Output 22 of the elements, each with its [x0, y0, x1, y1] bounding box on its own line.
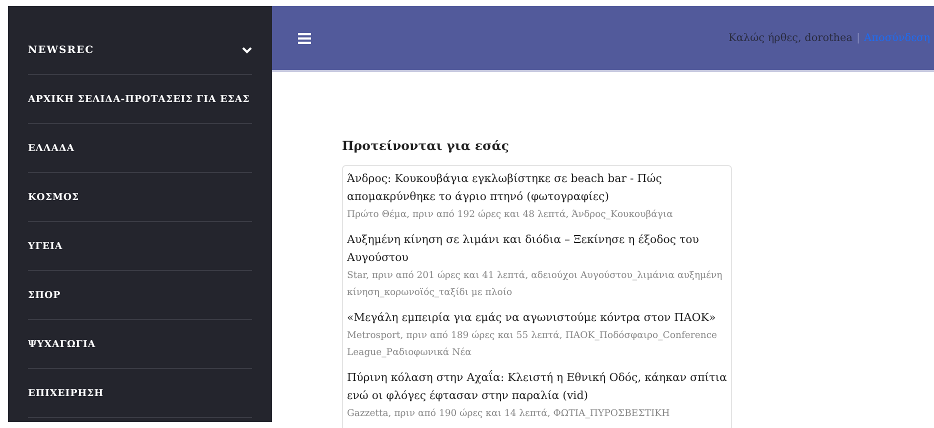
nav-link[interactable]: ΕΛΛΑΔΑ: [28, 142, 75, 154]
chevron-down-icon[interactable]: [242, 46, 252, 54]
article-meta: Star, πριν από 201 ώρες και 41 λεπτά, αδειούχοι Αυγούστου_λιμάνια αυξημένη κίνηση_κορωνοϊός_ταξίδι με πλοίο: [347, 269, 724, 300]
article-meta: Πρώτο Θέμα, πριν από 192 ώρες και 48 λεπτά, Άνδρος_Κουκουβάγια: [347, 208, 674, 222]
article-title[interactable]: Πύρινη κόλαση στην Αχαΐα: Κλειστή η Εθνική Οδός, κάηκαν σπίτια ενώ οι φλόγες έφτασαν στην παραλία (vid): [347, 369, 727, 405]
article-meta: Gazzetta, πριν από 190 ώρες και 14 λεπτά, ΦΩΤΙΑ_ΠΥΡΟΣΒΕΣΤΙΚΗ: [347, 407, 671, 421]
menu-button[interactable]: [298, 32, 311, 44]
article-title[interactable]: Αυξημένη κίνηση σε λιμάνι και διόδια – Ξεκίνησε η έξοδος του Αυγούστου: [347, 231, 727, 267]
nav-link[interactable]: ΕΠΙΧΕΙΡΗΣΗ: [28, 388, 104, 398]
nav-link[interactable]: ΑΡΧΙΚΗ ΣΕΛΙΔΑ-ΠΡΟΤΑΣΕΙΣ ΓΙΑ ΕΣΑΣ: [28, 94, 250, 104]
nav-link[interactable]: ΨΥΧΑΓΩΓΙΑ: [28, 338, 96, 350]
article-meta: Metrosport, πριν από 189 ώρες και 55 λεπτά, ΠΑΟΚ_Ποδόσφαιρο_Conference League_Ραδιοφωνικά Νέα: [347, 329, 718, 360]
menu-icon: [298, 32, 311, 44]
nav-link[interactable]: ΚΟΣΜΟΣ: [28, 192, 80, 202]
nav-link[interactable]: ΣΠΟΡ: [28, 290, 61, 300]
greeting-text: Καλώς ήρθες, dorothea: [728, 32, 852, 44]
section-title: Προτείνονται για εσάς: [342, 138, 510, 153]
article-title[interactable]: «Μεγάλη εμπειρία για εμάς να αγωνιστούμε κόντρα στον ΠΑΟΚ»: [347, 309, 727, 327]
brand-title: NEWSREC: [28, 44, 94, 56]
separator: |: [856, 32, 860, 44]
article-title[interactable]: Άνδρος: Κουκουβάγια εγκλωβίστηκε σε beach bar - Πώς απομακρύνθηκε το άγριο πτηνό (φωτογραφίες): [347, 170, 727, 206]
nav-link[interactable]: ΥΓΕΙΑ: [28, 240, 63, 252]
